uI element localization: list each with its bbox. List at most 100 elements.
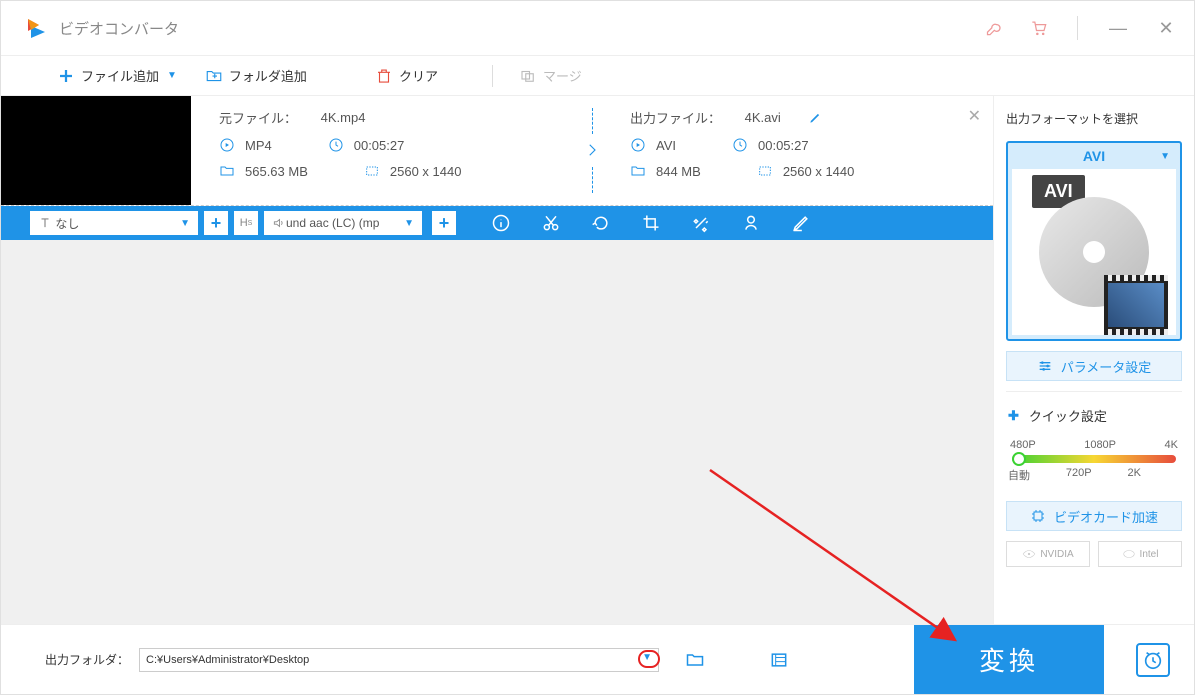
cart-icon[interactable] <box>1029 18 1049 38</box>
folder-plus-icon <box>205 67 223 85</box>
folder-icon <box>219 163 235 179</box>
effects-icon[interactable] <box>691 213 711 233</box>
resolution-icon <box>757 163 773 179</box>
file-list-area <box>1 240 993 624</box>
output-size: 844 MB <box>656 164 701 179</box>
audio-dropdown[interactable]: und aac (LC) (mp ▼ <box>263 210 423 236</box>
sidebar: 出力フォーマットを選択 AVI ▼ AVI パラメータ設定 ✚クイック設定 480… <box>994 96 1194 624</box>
output-format: AVI <box>656 138 676 153</box>
speaker-icon <box>272 216 286 230</box>
quick-settings-title: ✚クイック設定 <box>1006 402 1182 429</box>
app-logo-icon <box>25 16 49 40</box>
parameter-settings-button[interactable]: パラメータ設定 <box>1006 351 1182 381</box>
info-icon[interactable] <box>491 213 511 233</box>
output-resolution: 2560 x 1440 <box>783 164 855 179</box>
chevron-down-icon[interactable]: ▼ <box>167 70 177 81</box>
edit-toolbar: なし ▼ + HS und aac (LC) (mp ▼ + <box>1 206 993 240</box>
output-duration: 00:05:27 <box>758 138 809 153</box>
folder-icon <box>630 163 646 179</box>
q-480p: 480P <box>1010 439 1036 451</box>
format-selector[interactable]: AVI ▼ AVI <box>1006 141 1182 341</box>
source-filename: 4K.mp4 <box>321 110 366 125</box>
gpu-accel-button[interactable]: ビデオカード加速 <box>1006 501 1182 531</box>
chevron-right-icon <box>583 141 601 159</box>
nvidia-badge: NVIDIA <box>1006 541 1090 567</box>
cut-icon[interactable] <box>541 213 561 233</box>
intel-icon <box>1122 547 1136 561</box>
add-subtitle-button[interactable]: + <box>203 210 229 236</box>
format-icon <box>219 137 235 153</box>
source-label: 元ファイル： <box>219 108 297 127</box>
output-path-value: C:¥Users¥Administrator¥Desktop <box>146 654 309 666</box>
source-size: 565.63 MB <box>245 164 308 179</box>
crop-icon[interactable] <box>641 213 661 233</box>
source-format: MP4 <box>245 138 272 153</box>
minimize-button[interactable]: — <box>1106 18 1130 39</box>
audio-value: und aac (LC) (mp <box>286 216 379 230</box>
output-filename: 4K.avi <box>745 110 781 125</box>
text-icon <box>38 216 52 230</box>
chevron-down-icon: ▼ <box>180 218 190 229</box>
add-folder-label: フォルダ追加 <box>229 66 307 85</box>
clock-icon <box>328 137 344 153</box>
remove-item-button[interactable]: ✕ <box>968 106 981 126</box>
output-folder-label: 出力フォルダ： <box>45 651 129 668</box>
chevron-down-icon: ▼ <box>404 218 414 229</box>
convert-button[interactable]: 変換 <box>914 625 1104 694</box>
q-4k: 4K <box>1165 439 1178 451</box>
clock-icon <box>732 137 748 153</box>
add-file-button[interactable]: ファイル追加 ▼ <box>57 66 177 85</box>
main-toolbar: ファイル追加 ▼ フォルダ追加 クリア マージ <box>1 56 1194 96</box>
alarm-icon <box>1142 649 1164 671</box>
slider-knob[interactable] <box>1012 452 1026 466</box>
subtitle-dropdown[interactable]: なし ▼ <box>29 210 199 236</box>
key-icon[interactable] <box>985 18 1005 38</box>
format-icon <box>630 137 646 153</box>
resolution-icon <box>364 163 380 179</box>
file-item: ✕ 元ファイル： 4K.mp4 MP4 00:05:27 565.63 MB 2… <box>1 96 993 206</box>
subtitle-edit-icon[interactable] <box>791 213 811 233</box>
conversion-arrow <box>582 96 602 205</box>
format-name: AVI <box>1083 148 1105 164</box>
browse-folder-button[interactable] <box>683 650 707 670</box>
eye-icon <box>1022 547 1036 561</box>
output-format-title: 出力フォーマットを選択 <box>1006 106 1182 131</box>
sliders-icon <box>1037 358 1053 374</box>
intel-badge: Intel <box>1098 541 1182 567</box>
plus-icon <box>57 67 75 85</box>
close-button[interactable]: ✕ <box>1154 18 1178 39</box>
edit-icon[interactable] <box>808 111 822 125</box>
quality-slider[interactable]: 480P1080P4K 自動720P2K <box>1006 439 1182 491</box>
watermark-icon[interactable] <box>741 213 761 233</box>
subtitle-value: なし <box>55 215 79 232</box>
add-folder-button[interactable]: フォルダ追加 <box>205 66 307 85</box>
merge-label: マージ <box>543 66 582 85</box>
add-file-label: ファイル追加 <box>81 66 159 85</box>
chevron-down-icon: ▼ <box>1160 151 1170 162</box>
clear-button[interactable]: クリア <box>375 66 438 85</box>
video-thumbnail[interactable] <box>1 96 191 205</box>
format-preview: AVI <box>1012 169 1176 335</box>
output-label: 出力ファイル： <box>630 108 721 127</box>
output-info: 出力ファイル： 4K.avi AVI 00:05:27 844 MB 2560 … <box>602 96 993 205</box>
hardsub-toggle[interactable]: HS <box>233 210 259 236</box>
schedule-button[interactable] <box>1136 643 1170 677</box>
q-auto: 自動 <box>1008 467 1030 483</box>
title-bar: ビデオコンバータ — ✕ <box>1 1 1194 56</box>
q-2k: 2K <box>1128 467 1141 483</box>
open-folder-button[interactable] <box>767 650 791 670</box>
app-title: ビデオコンバータ <box>59 18 179 39</box>
add-audio-button[interactable]: + <box>431 210 457 236</box>
bottom-bar: 出力フォルダ： C:¥Users¥Administrator¥Desktop ▼… <box>1 624 1194 694</box>
param-label: パラメータ設定 <box>1061 357 1152 376</box>
source-info: 元ファイル： 4K.mp4 MP4 00:05:27 565.63 MB 256… <box>191 96 582 205</box>
clear-label: クリア <box>399 66 438 85</box>
rotate-icon[interactable] <box>591 213 611 233</box>
trash-icon <box>375 67 393 85</box>
source-resolution: 2560 x 1440 <box>390 164 462 179</box>
merge-icon <box>519 67 537 85</box>
output-path-input[interactable]: C:¥Users¥Administrator¥Desktop ▼ <box>139 648 659 672</box>
path-history-dropdown[interactable]: ▼ <box>640 652 654 663</box>
source-duration: 00:05:27 <box>354 138 405 153</box>
gpu-label: ビデオカード加速 <box>1054 507 1158 526</box>
